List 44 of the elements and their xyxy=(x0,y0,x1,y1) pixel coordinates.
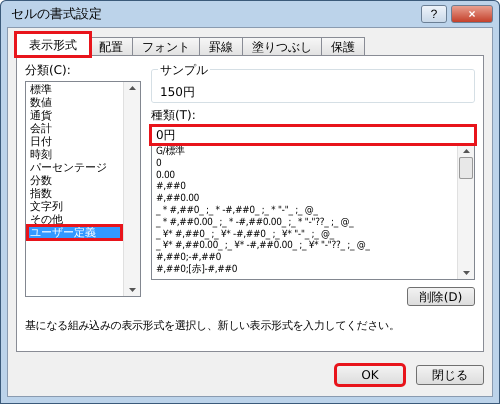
type-input-field[interactable]: 0円 xyxy=(151,126,475,144)
scroll-thumb[interactable] xyxy=(459,157,473,179)
category-label: 分類(C): xyxy=(25,62,72,79)
format-item[interactable]: 0 xyxy=(154,158,455,170)
scroll-up-icon[interactable] xyxy=(462,149,470,153)
format-item[interactable]: _ * #,##0.00_ ;_ * -#,##0.00_ ;_ * "-"??_ ;_ @_ xyxy=(154,216,455,229)
tab[interactable]: フォント xyxy=(132,37,200,56)
category-item[interactable]: 日付 xyxy=(28,135,121,148)
format-item[interactable]: #,##0 xyxy=(154,181,455,194)
format-item[interactable]: 0.00 xyxy=(154,170,455,182)
category-item[interactable]: 分数 xyxy=(28,174,121,187)
tab[interactable]: 表示形式 xyxy=(16,33,90,56)
category-item[interactable]: 通貨 xyxy=(28,109,121,122)
format-item[interactable]: #,##0;-#,##0 xyxy=(154,252,455,264)
dialog-button[interactable]: OK xyxy=(336,365,404,385)
tab[interactable]: 罫線 xyxy=(199,37,243,56)
scroll-down-icon[interactable] xyxy=(128,288,136,292)
window-title: セルの書式設定 xyxy=(10,6,103,23)
category-item[interactable]: パーセンテージ xyxy=(28,161,121,174)
category-item[interactable]: 会計 xyxy=(28,122,121,135)
sample-value: 150円 xyxy=(160,84,196,101)
format-item[interactable]: #,##0.00 xyxy=(154,193,455,205)
format-item[interactable]: _ ¥* #,##0_ ;_ ¥* -#,##0_ ;_ ¥* "-"_ ;_ @_ xyxy=(154,228,455,240)
help-button[interactable]: ? xyxy=(421,5,447,23)
dialog-button[interactable]: 閉じる xyxy=(416,365,484,385)
scroll-up-icon[interactable] xyxy=(128,86,136,90)
tab[interactable]: 保護 xyxy=(321,37,365,56)
delete-button[interactable]: 削除(D) xyxy=(407,287,475,306)
format-item[interactable]: _ ¥* #,##0.00_ ;_ ¥* -#,##0.00_ ;_ ¥* "-"??_ ;_ @_ xyxy=(154,240,455,252)
category-item[interactable]: 時刻 xyxy=(28,148,121,161)
scrollbar[interactable] xyxy=(123,82,140,296)
category-item[interactable]: 標準 xyxy=(28,83,121,96)
sample-label: サンプル xyxy=(158,62,210,79)
category-item[interactable]: 指数 xyxy=(28,187,121,200)
category-item[interactable]: 数値 xyxy=(28,96,121,109)
format-item[interactable]: _ * #,##0_ ;_ * -#,##0_ ;_ * "-"_ ;_ @_ xyxy=(154,204,455,217)
scroll-down-icon[interactable] xyxy=(462,271,470,275)
type-label: 種類(T): xyxy=(151,107,197,124)
category-item[interactable]: 文字列 xyxy=(28,200,121,213)
scrollbar[interactable] xyxy=(457,145,474,279)
format-item[interactable]: #,##0;[赤]-#,##0 xyxy=(154,264,455,276)
description-text: 基になる組み込みの表示形式を選択し、新しい表示形式を入力してください。 xyxy=(25,318,401,333)
tab[interactable]: 塗りつぶし xyxy=(242,37,322,56)
format-item[interactable]: G/標準 xyxy=(154,146,455,158)
